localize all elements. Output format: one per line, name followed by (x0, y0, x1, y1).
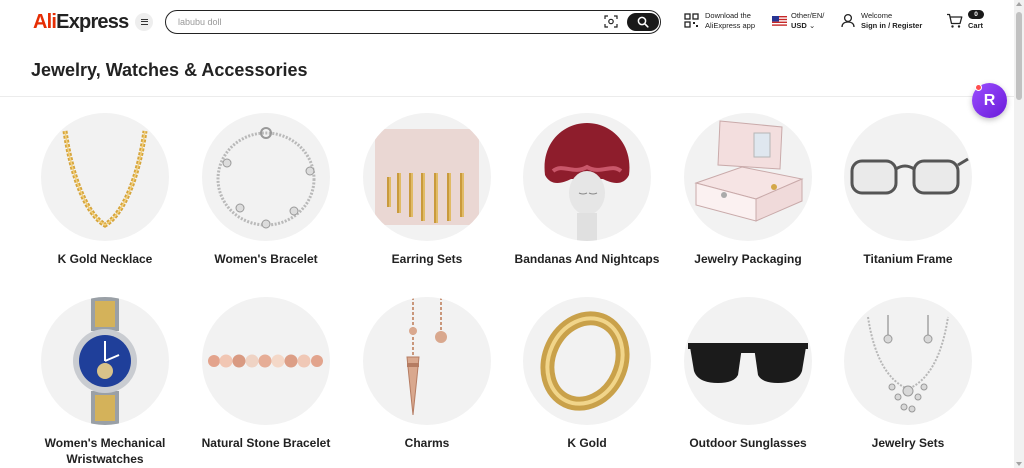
category-image (523, 297, 651, 425)
category-image (363, 297, 491, 425)
cart-count-badge: 0 (968, 10, 984, 19)
gold-ring-icon (540, 311, 630, 411)
category-label: Bandanas And Nightcaps (514, 252, 660, 266)
hamburger-icon (140, 19, 148, 25)
category-image (684, 113, 812, 241)
notification-dot (975, 84, 982, 91)
us-flag-icon (772, 16, 787, 26)
cart-label: Cart (968, 21, 984, 30)
scroll-up-arrow-icon[interactable] (1016, 2, 1022, 6)
category-image (41, 113, 169, 241)
category-label: Natural Stone Bracelet (201, 436, 331, 450)
search-button[interactable] (627, 12, 659, 31)
sunglasses-icon (688, 343, 808, 383)
category-image (202, 113, 330, 241)
top-header: AliExpress Download the AliExpress app (0, 0, 1014, 44)
category-label: Charms (404, 436, 450, 450)
locale-language: Other/EN/ (791, 11, 825, 20)
category-image (844, 113, 972, 241)
category-label: Women's Bracelet (214, 252, 318, 266)
category-label: K Gold (567, 436, 607, 450)
qr-code-icon (684, 13, 699, 28)
logo-suffix: Express (56, 11, 129, 33)
category-label: Titanium Frame (863, 252, 953, 266)
category-label: Jewelry Packaging (694, 252, 802, 266)
satin-bonnet-icon (544, 123, 630, 241)
scroll-thumb[interactable] (1016, 12, 1022, 100)
search-icon (637, 16, 649, 28)
chevron-down-icon: ⌄ (808, 21, 816, 30)
aliexpress-logo[interactable]: AliExpress (33, 11, 129, 34)
category-image (363, 113, 491, 241)
welcome-text: Welcome (861, 11, 893, 20)
locale-currency: USD (791, 21, 807, 30)
logo-prefix: Ali (33, 11, 57, 33)
category-image (523, 113, 651, 241)
download-line2: AliExpress app (705, 21, 756, 30)
cart-icon (947, 13, 963, 28)
header-divider (0, 96, 1014, 97)
category-image (844, 297, 972, 425)
category-label: Women's Mechanical Wristwatches (44, 436, 166, 466)
signin-link[interactable]: Sign in / Register (861, 21, 922, 30)
necklace-set-icon (867, 315, 949, 413)
silver-bracelet-icon (216, 127, 316, 229)
eyeglasses-icon (850, 157, 969, 195)
gold-chain-necklace-icon (62, 130, 148, 228)
pendulum-charm-icon (406, 297, 447, 416)
download-line1: Download the (705, 11, 751, 20)
category-image (684, 297, 812, 425)
scroll-down-arrow-icon[interactable] (1016, 462, 1022, 466)
assistant-letter: R (983, 91, 996, 109)
user-icon (841, 13, 855, 28)
wristwatch-icon (73, 297, 137, 425)
category-label: Outdoor Sunglasses (689, 436, 807, 450)
search-input[interactable] (178, 14, 578, 29)
category-label: Earring Sets (391, 252, 463, 266)
menu-button[interactable] (135, 13, 153, 31)
search-bar (165, 10, 661, 34)
page-title: Jewelry, Watches & Accessories (31, 60, 308, 80)
category-label: Jewelry Sets (871, 436, 945, 450)
bead-bracelet-icon (208, 354, 323, 368)
page-scrollbar[interactable] (1014, 0, 1024, 468)
image-search-icon[interactable] (604, 15, 618, 28)
category-image (202, 297, 330, 425)
category-label: K Gold Necklace (57, 252, 153, 266)
gold-earrings-icon (375, 129, 479, 225)
category-image (41, 297, 169, 425)
jewelry-box-icon (694, 120, 804, 222)
